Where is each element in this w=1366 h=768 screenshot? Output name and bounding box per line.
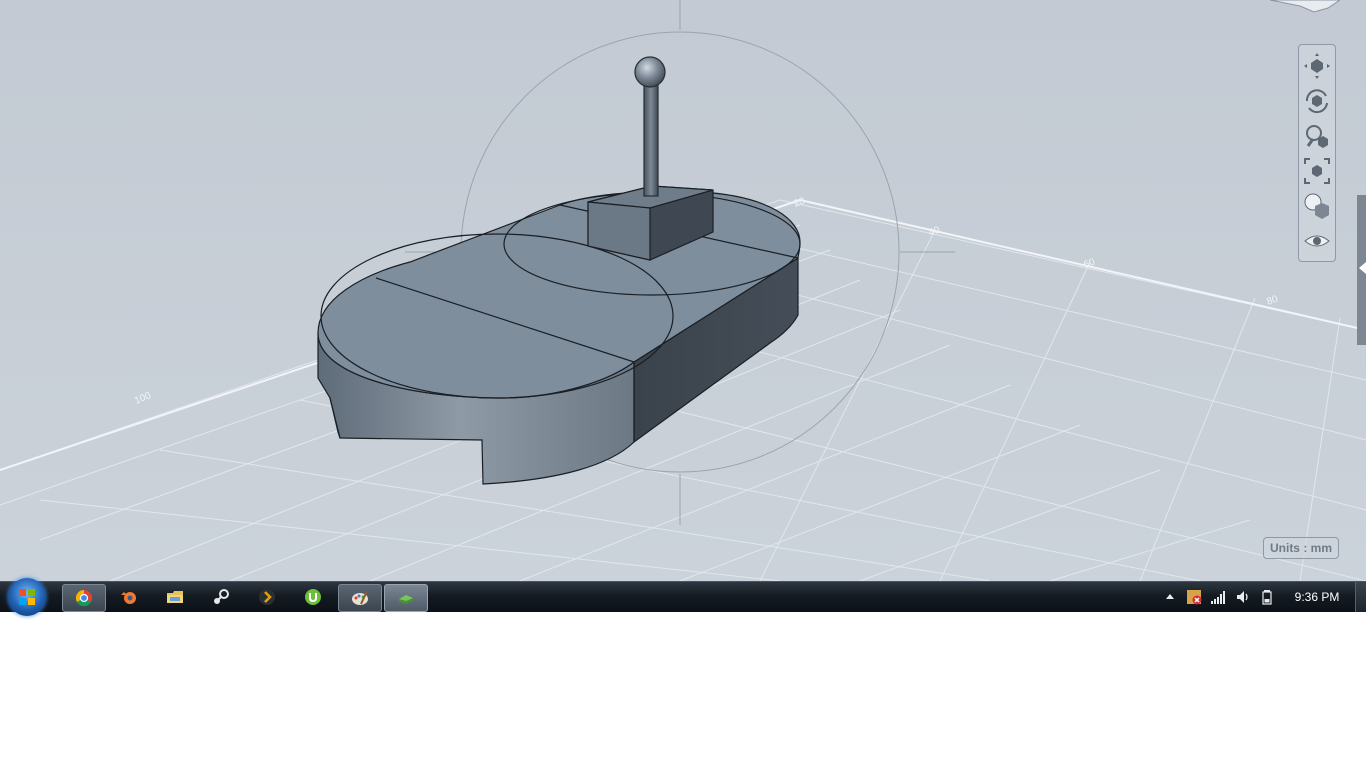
taskbar-plex[interactable] xyxy=(246,584,288,610)
eye-icon[interactable] xyxy=(1302,226,1332,256)
taskbar-paint[interactable] xyxy=(338,584,382,612)
start-button[interactable] xyxy=(8,578,46,616)
svg-text:80: 80 xyxy=(1265,294,1280,308)
chrome-icon xyxy=(75,589,92,607)
battery-icon[interactable] xyxy=(1259,589,1275,605)
blender-icon xyxy=(121,592,136,604)
pan-icon[interactable] xyxy=(1302,51,1332,81)
show-desktop-button[interactable] xyxy=(1355,582,1366,612)
taskbar-blender[interactable] xyxy=(108,584,150,610)
security-alert-icon[interactable] xyxy=(1186,589,1202,605)
taskbar: 9:36 PM xyxy=(0,578,1366,616)
svg-text:40: 40 xyxy=(927,225,942,239)
steam-icon xyxy=(214,589,229,604)
system-clock[interactable]: 9:36 PM xyxy=(1284,582,1350,612)
3d-viewport[interactable]: 100 20 40 60 80 Units: mm xyxy=(0,0,1366,581)
fit-all-icon[interactable] xyxy=(1302,156,1332,186)
plex-icon xyxy=(259,589,275,605)
utorrent-icon xyxy=(305,589,321,605)
windows-logo-icon xyxy=(19,589,35,605)
zoom-icon[interactable] xyxy=(1302,121,1332,151)
units-indicator[interactable]: Units : mm xyxy=(1263,537,1339,559)
volume-icon[interactable] xyxy=(1235,589,1251,605)
3d-scene[interactable]: 100 20 40 60 80 xyxy=(0,0,1366,581)
paint-icon xyxy=(352,590,368,605)
svg-text:20: 20 xyxy=(792,196,807,210)
navigation-bar xyxy=(1298,44,1336,262)
svg-text:100: 100 xyxy=(133,390,153,407)
123d-design-icon xyxy=(399,595,413,604)
taskbar-utorrent[interactable] xyxy=(292,584,334,610)
show-hidden-icon[interactable] xyxy=(1162,589,1178,605)
folder-icon xyxy=(167,591,183,603)
network-icon[interactable] xyxy=(1210,589,1226,605)
3d-model[interactable] xyxy=(317,56,801,485)
orbit-icon[interactable] xyxy=(1302,86,1332,116)
material-view-icon[interactable] xyxy=(1302,191,1332,221)
expand-panel-icon[interactable] xyxy=(1359,262,1366,274)
viewcube-icon[interactable] xyxy=(1270,0,1340,14)
taskbar-steam[interactable] xyxy=(200,584,242,610)
taskbar-explorer[interactable] xyxy=(154,584,196,610)
taskbar-chrome[interactable] xyxy=(62,584,106,612)
taskbar-123d-design[interactable] xyxy=(384,584,428,612)
